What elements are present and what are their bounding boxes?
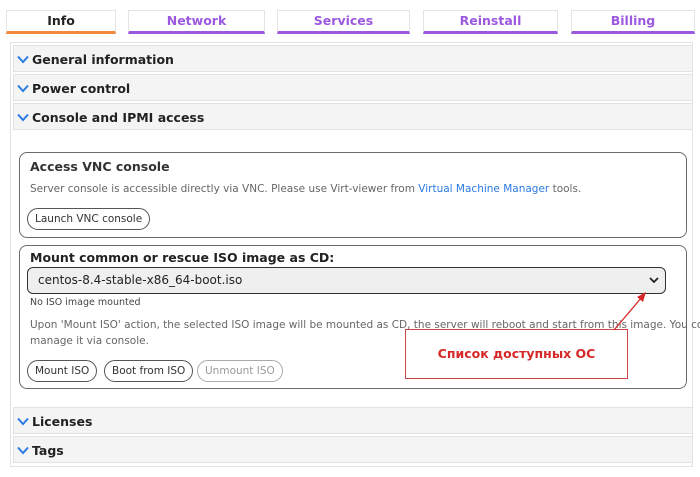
chevron-down-icon — [17, 417, 31, 426]
section-power-control[interactable]: Power control — [13, 74, 693, 101]
tab-network[interactable]: Network — [128, 10, 265, 34]
section-title: Tags — [32, 443, 64, 458]
section-console-ipmi[interactable]: Console and IPMI access — [13, 103, 693, 130]
iso-select[interactable]: centos-8.4-stable-x86_64-boot.iso — [27, 267, 666, 294]
section-title: Console and IPMI access — [32, 110, 205, 125]
vnc-title: Access VNC console — [30, 159, 170, 174]
mount-iso-button[interactable]: Mount ISO — [27, 360, 98, 382]
iso-status: No ISO image mounted — [30, 297, 141, 308]
iso-description-line2: manage it via console. — [30, 335, 149, 347]
virtual-machine-manager-link[interactable]: Virtual Machine Manager — [418, 183, 549, 195]
vnc-description: Server console is accessible directly vi… — [30, 183, 581, 195]
tab-bar: Info Network Services Reinstall Billing — [0, 0, 700, 34]
section-title: General information — [32, 52, 174, 67]
section-title: Power control — [32, 81, 131, 96]
chevron-down-icon — [17, 55, 31, 64]
vnc-text: Server console is accessible directly vi… — [30, 183, 419, 195]
section-tags[interactable]: Tags — [13, 436, 693, 463]
launch-vnc-console-button[interactable]: Launch VNC console — [27, 208, 151, 230]
chevron-down-icon — [17, 113, 31, 122]
vnc-text-end: tools. — [549, 183, 582, 195]
section-title: Licenses — [32, 414, 93, 429]
iso-selected-value: centos-8.4-stable-x86_64-boot.iso — [38, 273, 243, 287]
section-general-information[interactable]: General information — [13, 45, 693, 72]
unmount-iso-button[interactable]: Unmount ISO — [197, 360, 283, 382]
tab-info[interactable]: Info — [6, 10, 116, 34]
boot-from-iso-button[interactable]: Boot from ISO — [104, 360, 194, 382]
chevron-down-icon — [17, 446, 31, 455]
tab-billing[interactable]: Billing — [571, 10, 695, 34]
vnc-console-box: Access VNC console Server console is acc… — [19, 152, 687, 238]
tab-reinstall[interactable]: Reinstall — [423, 10, 558, 34]
chevron-down-icon — [649, 277, 659, 284]
iso-title: Mount common or rescue ISO image as CD: — [30, 250, 335, 265]
section-licenses[interactable]: Licenses — [13, 407, 693, 434]
annotation-callout: Список доступных ОС — [405, 329, 628, 379]
chevron-down-icon — [17, 84, 31, 93]
tab-services[interactable]: Services — [277, 10, 410, 34]
